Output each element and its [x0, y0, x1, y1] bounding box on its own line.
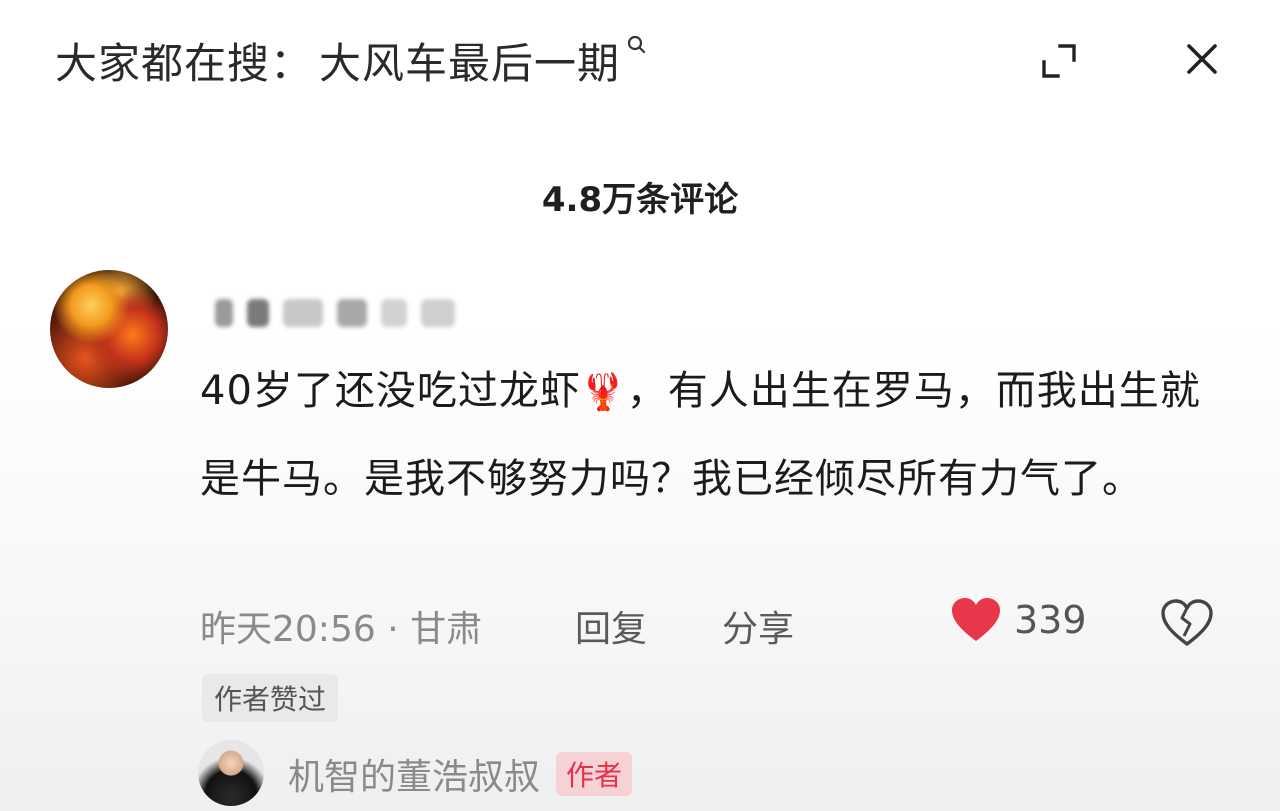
author-tag: 作者: [556, 752, 633, 796]
comment-text: 40岁了还没吃过龙虾🦞，有人出生在罗马，而我出生就是牛马。是我不够努力吗？我已经…: [200, 348, 1230, 522]
comment-actions: 昨天20:56 · 甘肃 回复 分享 339: [200, 596, 1230, 652]
blur-block: [421, 299, 455, 327]
expand-icon[interactable]: [1040, 42, 1078, 80]
commenter-avatar[interactable]: [50, 270, 168, 388]
lobster-emoji: 🦞: [580, 372, 627, 413]
blur-block: [283, 299, 323, 327]
reply-author-avatar[interactable]: [198, 740, 264, 806]
reply-author[interactable]: 机智的董浩叔叔 作者: [288, 748, 633, 800]
blur-block: [247, 299, 269, 327]
comment-count: 4.8万条评论: [541, 180, 739, 220]
blur-block: [381, 299, 407, 327]
author-liked-badge: 作者赞过: [202, 674, 339, 722]
close-icon[interactable]: [1183, 40, 1221, 78]
search-term[interactable]: 大风车最后一期: [319, 30, 620, 91]
blur-block: [337, 299, 367, 327]
search-suggestion[interactable]: 大家都在搜： 大风车最后一期: [55, 30, 648, 91]
heart-icon: [952, 598, 1000, 641]
reply-button[interactable]: 回复: [575, 600, 647, 652]
broken-heart-icon[interactable]: [1160, 598, 1214, 648]
like-button[interactable]: 339: [950, 596, 1087, 644]
reply-author-name[interactable]: 机智的董浩叔叔: [288, 748, 540, 800]
search-prefix: 大家都在搜：: [55, 39, 314, 88]
comment-time-location: 昨天20:56 · 甘肃: [200, 609, 483, 650]
commenter-username-blurred[interactable]: [215, 293, 515, 333]
like-count: 339: [1014, 598, 1087, 642]
top-bar: 大家都在搜： 大风车最后一期: [0, 0, 1280, 120]
search-icon: [627, 35, 646, 54]
blur-block: [215, 299, 233, 327]
comment-text-part: 40岁了还没吃过龙虾: [200, 368, 581, 414]
share-button[interactable]: 分享: [722, 600, 794, 652]
